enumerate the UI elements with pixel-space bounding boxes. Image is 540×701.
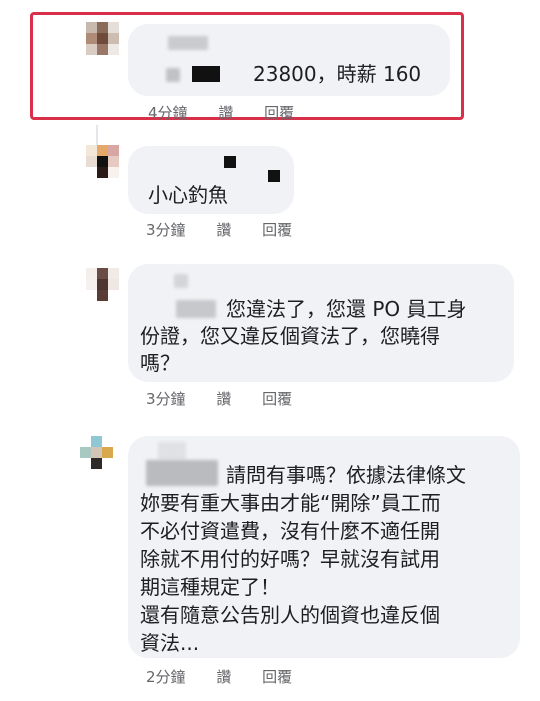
avatar[interactable] bbox=[80, 436, 114, 470]
reply-button[interactable]: 回覆 bbox=[262, 390, 292, 408]
redacted-name bbox=[176, 300, 216, 318]
comment-bubble: 您違法了，您還 PO 員工身 份證，您又違反個資法了，您曉得 嗎？ bbox=[128, 264, 514, 382]
comment-text-line: 請問有事嗎？依據法律條文 bbox=[226, 463, 466, 487]
comment-bubble: 23800，時薪 160 bbox=[128, 24, 450, 96]
comment-text-line: 妳要有重大事由才能“開除”員工而 bbox=[140, 491, 441, 515]
redacted-name bbox=[174, 274, 188, 288]
comment-text-line: 資法... bbox=[140, 631, 200, 655]
comment-bubble: 請問有事嗎？依據法律條文 妳要有重大事由才能“開除”員工而 不必付資遣費，沒有什… bbox=[128, 436, 520, 658]
like-button[interactable]: 讚 bbox=[216, 390, 231, 408]
avatar[interactable] bbox=[86, 22, 120, 56]
like-button[interactable]: 讚 bbox=[216, 668, 231, 686]
comment-time[interactable]: 3分鐘 bbox=[146, 390, 186, 408]
redacted-name bbox=[158, 442, 186, 460]
like-button[interactable]: 讚 bbox=[216, 221, 231, 239]
comment-actions: 3分鐘 讚 回覆 bbox=[146, 219, 318, 240]
comment-text-line: 除就不用付的好嗎？早就沒有試用 bbox=[140, 547, 440, 571]
comment-text-line: 不必付資遣費，沒有什麼不適任開 bbox=[140, 519, 440, 543]
comment-time[interactable]: 4分鐘 bbox=[148, 104, 188, 122]
redacted-text bbox=[192, 66, 220, 82]
comment-time[interactable]: 2分鐘 bbox=[146, 668, 186, 686]
reply-button[interactable]: 回覆 bbox=[264, 104, 294, 122]
comments-thread: 23800，時薪 160 4分鐘 讚 回覆 小心釣魚 3分鐘 讚 回覆 您違法了… bbox=[0, 0, 540, 701]
comment-text: 小心釣魚 bbox=[148, 183, 228, 207]
comment-text: 23800，時薪 160 bbox=[253, 62, 422, 86]
comment-text-line: 嗎？ bbox=[140, 351, 180, 375]
comment-bubble: 小心釣魚 bbox=[128, 146, 294, 214]
like-button[interactable]: 讚 bbox=[218, 104, 233, 122]
comment-text-line: 份證，您又違反個資法了，您曉得 bbox=[140, 324, 440, 348]
avatar[interactable] bbox=[86, 268, 120, 302]
redacted-text bbox=[166, 68, 180, 82]
reply-button[interactable]: 回覆 bbox=[262, 221, 292, 239]
avatar[interactable] bbox=[86, 145, 120, 179]
redacted-name bbox=[268, 170, 280, 182]
comment-text-line: 您違法了，您還 PO 員工身 bbox=[226, 297, 467, 321]
comment-actions: 3分鐘 讚 回覆 bbox=[146, 388, 318, 409]
comment-text-line: 還有隨意公告別人的個資也違反個 bbox=[140, 603, 440, 627]
thread-line bbox=[96, 125, 98, 145]
redacted-name bbox=[224, 156, 236, 168]
comment-actions: 4分鐘 讚 回覆 bbox=[148, 102, 320, 123]
redacted-name bbox=[146, 460, 218, 486]
reply-button[interactable]: 回覆 bbox=[262, 668, 292, 686]
comment-text-line: 期這種規定了！ bbox=[140, 575, 280, 599]
redacted-name bbox=[168, 36, 208, 50]
comment-actions: 2分鐘 讚 回覆 bbox=[146, 666, 318, 687]
comment-time[interactable]: 3分鐘 bbox=[146, 221, 186, 239]
